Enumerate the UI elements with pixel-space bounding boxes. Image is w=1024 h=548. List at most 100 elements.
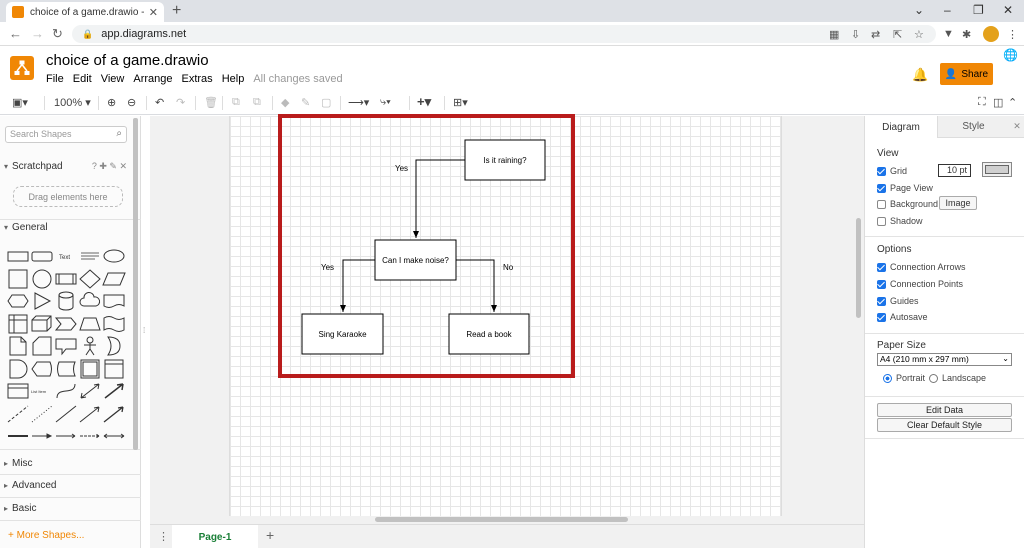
guides-checkbox[interactable] — [877, 296, 886, 306]
puzzle-extensions-icon[interactable]: ✱ — [962, 28, 971, 41]
new-tab-button[interactable]: + — [172, 2, 181, 20]
canvas-vertical-scrollbar[interactable] — [856, 218, 861, 318]
share-page-icon[interactable]: ⇱ — [893, 28, 902, 41]
menu-help[interactable]: Help — [222, 73, 245, 85]
triangle-shape[interactable] — [30, 291, 54, 311]
dashed-line-shape[interactable] — [6, 404, 30, 424]
shadow-option[interactable]: Shadow — [877, 216, 923, 226]
reload-icon[interactable]: ↻ — [52, 26, 63, 42]
share-button[interactable]: 👤 Share — [940, 63, 993, 85]
square-shape[interactable] — [6, 269, 30, 289]
directional-connector-shape[interactable] — [78, 404, 102, 424]
tab-diagram[interactable]: Diagram — [865, 116, 937, 138]
fullscreen-icon[interactable]: ⛶ — [978, 96, 986, 109]
url-field[interactable]: 🔒 app.diagrams.net — [72, 25, 936, 43]
format-panel-toggle-icon[interactable]: ▣▾ — [12, 96, 28, 109]
circle-shape[interactable] — [30, 269, 54, 289]
curve-shape[interactable] — [54, 381, 78, 401]
cube-shape[interactable] — [30, 314, 54, 334]
cylinder-shape[interactable] — [54, 291, 78, 311]
tab-page-1[interactable]: Page-1 — [172, 525, 258, 548]
to-front-icon[interactable]: ⧉ — [232, 96, 240, 109]
edge-label-shape[interactable] — [54, 426, 78, 446]
ellipse-shape[interactable] — [102, 246, 126, 266]
frame-shape[interactable] — [102, 359, 126, 379]
process-shape[interactable] — [54, 269, 78, 289]
delay-shape[interactable] — [6, 359, 30, 379]
shape-panel-scrollbar[interactable] — [133, 118, 138, 450]
menu-file[interactable]: File — [46, 73, 64, 85]
edge-arrow-shape[interactable] — [30, 426, 54, 446]
guides-option[interactable]: Guides — [877, 296, 919, 306]
edge-dashed-shape[interactable] — [78, 426, 102, 446]
step-shape[interactable] — [54, 314, 78, 334]
document-shape[interactable] — [102, 291, 126, 311]
zoom-in-icon[interactable]: ⊕ — [107, 96, 116, 109]
autosave-checkbox[interactable] — [877, 312, 886, 322]
or-shape[interactable] — [102, 336, 126, 356]
connection-points-option[interactable]: Connection Points — [877, 279, 963, 289]
data-storage-shape[interactable] — [54, 359, 78, 379]
translate-icon[interactable]: ⇄ — [871, 28, 880, 41]
landscape-radio[interactable] — [929, 373, 938, 383]
dotted-line-shape[interactable] — [30, 404, 54, 424]
delete-icon[interactable]: 🗑 — [204, 96, 218, 109]
redo-icon[interactable]: ↷ — [176, 96, 185, 109]
hexagon-shape[interactable] — [6, 291, 30, 311]
edit-data-button[interactable]: Edit Data — [877, 403, 1012, 417]
line-shape[interactable] — [54, 404, 78, 424]
connection-style-icon[interactable]: ⟶▾ — [348, 96, 369, 109]
shadow-icon[interactable]: ▢ — [321, 96, 331, 109]
scratchpad-header[interactable]: ▾ Scratchpad ? ✚ ✎ ✕ — [0, 161, 141, 172]
actor-shape[interactable] — [78, 336, 102, 356]
search-icon[interactable]: ⌕ — [116, 128, 122, 139]
rectangle-shape[interactable] — [6, 246, 30, 266]
link-shape[interactable] — [6, 426, 30, 446]
to-back-icon[interactable]: ⧉ — [253, 96, 261, 109]
callout-shape[interactable] — [54, 336, 78, 356]
browser-profile-avatar[interactable] — [983, 26, 999, 42]
manual-operation-shape[interactable] — [78, 359, 102, 379]
misc-header[interactable]: ▸ Misc — [0, 458, 141, 469]
line-color-icon[interactable]: ✎ — [301, 96, 310, 109]
toggle-format-panel-icon[interactable]: ◫ — [993, 96, 1003, 109]
arrow-shape[interactable] — [102, 381, 126, 401]
connector-shape[interactable] — [102, 404, 126, 424]
zoom-out-icon[interactable]: ⊖ — [127, 96, 136, 109]
textbox-shape[interactable] — [78, 246, 102, 266]
grid-option[interactable]: Grid — [877, 166, 907, 176]
panel-splitter-handle[interactable]: ⁞ — [143, 326, 145, 335]
parallelogram-shape[interactable] — [102, 269, 126, 289]
cloud-shape[interactable] — [78, 291, 102, 311]
portrait-option[interactable]: Portrait — [883, 373, 925, 383]
close-window-button[interactable]: ✕ — [1003, 3, 1013, 17]
extension-icon[interactable]: ▼ — [943, 28, 954, 40]
search-shapes-input[interactable]: Search Shapes ⌕ — [5, 126, 127, 143]
background-checkbox[interactable] — [877, 199, 886, 209]
menu-edit[interactable]: Edit — [73, 73, 92, 85]
card-shape[interactable] — [30, 336, 54, 356]
page-view-checkbox[interactable] — [877, 183, 886, 193]
minimize-button[interactable]: – — [944, 3, 951, 17]
landscape-option[interactable]: Landscape — [929, 373, 986, 383]
portrait-radio[interactable] — [883, 373, 892, 383]
undo-icon[interactable]: ↶ — [155, 96, 164, 109]
browser-tab[interactable]: choice of a game.drawio - diagrams.net ✕ — [6, 2, 164, 22]
internal-storage-shape[interactable] — [6, 314, 30, 334]
note-shape[interactable] — [6, 336, 30, 356]
install-app-icon[interactable]: ⇩ — [851, 28, 860, 41]
canvas-horizontal-scrollbar[interactable] — [375, 517, 628, 522]
tab-close-icon[interactable]: ✕ — [149, 6, 158, 19]
page-paper[interactable] — [229, 116, 782, 516]
maximize-button[interactable]: ❐ — [973, 3, 984, 17]
clear-default-style-button[interactable]: Clear Default Style — [877, 418, 1012, 432]
page-view-option[interactable]: Page View — [877, 183, 933, 193]
table-icon[interactable]: ⊞▾ — [453, 96, 468, 109]
list-item-shape[interactable]: List Item — [30, 381, 54, 401]
basic-header[interactable]: ▸ Basic — [0, 503, 141, 514]
grid-color-picker[interactable] — [982, 162, 1012, 177]
connection-arrows-checkbox[interactable] — [877, 262, 886, 272]
rounded-rectangle-shape[interactable] — [30, 246, 54, 266]
scratchpad-tools[interactable]: ? ✚ ✎ ✕ — [92, 161, 127, 172]
list-shape[interactable] — [6, 381, 30, 401]
